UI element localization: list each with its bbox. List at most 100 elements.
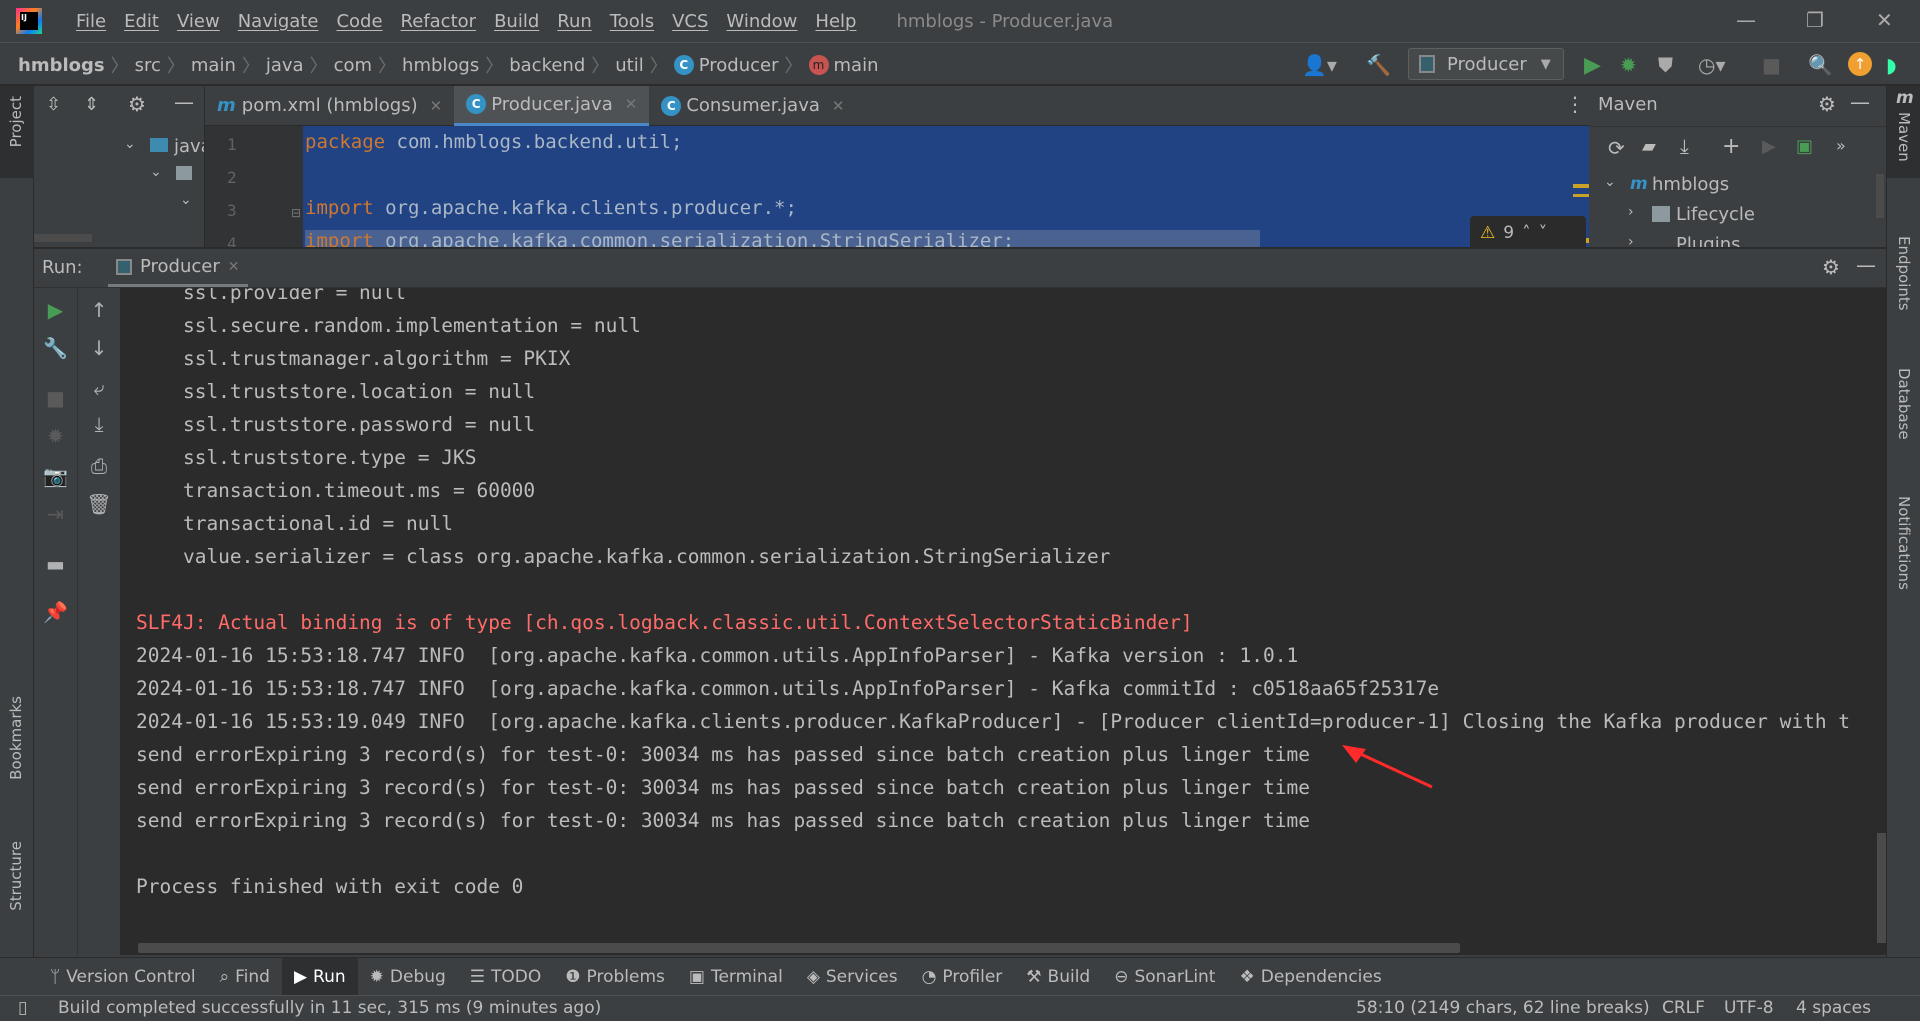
trash-icon[interactable]: 🗑 xyxy=(78,492,120,516)
pin-icon[interactable]: 📌 xyxy=(34,600,77,624)
breadcrumb-backend[interactable]: backend xyxy=(509,55,585,76)
gear-icon[interactable]: ⚙ xyxy=(128,92,146,116)
database-tab[interactable]: Database xyxy=(1895,368,1913,440)
user-icon[interactable]: 👤▾ xyxy=(1302,53,1337,77)
vertical-scrollbar[interactable] xyxy=(1876,174,1884,218)
close-tab-icon[interactable]: ✕ xyxy=(228,259,240,275)
breadcrumb-src[interactable]: src xyxy=(135,55,161,76)
vertical-scrollbar[interactable] xyxy=(1877,833,1886,943)
collapse-all-icon[interactable]: ⇕ xyxy=(84,94,99,115)
tool-problems[interactable]: ❶ Problems xyxy=(553,958,677,996)
error-stripe-mark[interactable] xyxy=(1573,184,1589,188)
breadcrumb-producer[interactable]: Producer xyxy=(699,55,779,76)
project-tool-tab[interactable]: Project xyxy=(0,86,34,178)
run-tab-producer[interactable]: Producer ✕ xyxy=(108,249,248,287)
fold-icon[interactable]: ⊟ xyxy=(291,206,301,220)
camera-icon[interactable]: 📷 xyxy=(34,464,77,488)
maven-tree-hmblogs[interactable]: hmblogs xyxy=(1652,174,1729,195)
arrow-up-icon[interactable]: ↑ xyxy=(78,298,120,322)
previous-highlight-icon[interactable]: ˄ xyxy=(1522,223,1531,243)
hammer-icon[interactable]: 🔨 xyxy=(1366,53,1391,77)
add-icon[interactable]: + xyxy=(1722,134,1740,159)
layout-icon[interactable]: ▬ xyxy=(34,552,77,576)
structure-tab[interactable]: Structure xyxy=(7,841,25,911)
soft-wrap-icon[interactable]: ⤶ xyxy=(78,376,120,400)
menu-window[interactable]: Window xyxy=(726,11,797,32)
jetbrains-toolbox-icon[interactable]: ◗ xyxy=(1886,53,1897,77)
chevron-down-icon[interactable]: ⌄ xyxy=(1604,174,1616,190)
search-icon[interactable]: 🔍 xyxy=(1808,53,1833,77)
next-highlight-icon[interactable]: ˅ xyxy=(1539,223,1548,243)
menu-navigate[interactable]: Navigate xyxy=(238,11,319,32)
tool-version-control[interactable]: ᛘ Version Control xyxy=(38,958,208,996)
breadcrumb-com[interactable]: com xyxy=(334,55,372,76)
print-icon[interactable]: ⎙ xyxy=(78,454,120,478)
wrench-icon[interactable]: 🔧 xyxy=(34,336,77,360)
indent-setting[interactable]: 4 spaces xyxy=(1796,998,1871,1018)
menu-build[interactable]: Build xyxy=(494,11,539,32)
close-tab-icon[interactable]: ✕ xyxy=(625,95,638,113)
breadcrumb-java[interactable]: java xyxy=(266,55,304,76)
tool-services[interactable]: ◈ Services xyxy=(795,958,910,996)
horizontal-scrollbar[interactable] xyxy=(34,234,92,242)
menu-refactor[interactable]: Refactor xyxy=(401,11,477,32)
import-icon[interactable]: ⇥ xyxy=(34,502,77,526)
debug-disabled-icon[interactable]: ✹ xyxy=(34,424,77,448)
gear-icon[interactable]: ⚙ xyxy=(1822,255,1840,279)
arrow-down-icon[interactable]: ↓ xyxy=(78,336,120,360)
breadcrumb-util[interactable]: util xyxy=(615,55,643,76)
chevron-down-icon[interactable]: ⌄ xyxy=(150,164,162,180)
breadcrumb-main-method[interactable]: main xyxy=(834,55,879,76)
breadcrumb-hmblogs[interactable]: hmblogs xyxy=(18,55,105,76)
gear-icon[interactable]: ⚙ xyxy=(1818,92,1836,116)
tree-item-java[interactable]: java xyxy=(174,136,204,157)
minimize-icon[interactable]: — xyxy=(1736,8,1756,32)
update-icon[interactable]: ↑ xyxy=(1848,52,1872,76)
tool-terminal[interactable]: ▣ Terminal xyxy=(677,958,795,996)
run-configuration-select[interactable]: Producer ▼ xyxy=(1408,48,1564,80)
chevron-right-icon[interactable]: › xyxy=(1628,204,1634,220)
endpoints-tab[interactable]: Endpoints xyxy=(1895,236,1913,311)
scroll-to-end-icon[interactable]: ⤓ xyxy=(78,412,120,436)
download-icon[interactable]: ⤓ xyxy=(1680,134,1689,158)
tool-sonarlint[interactable]: ⊖ SonarLint xyxy=(1102,958,1227,996)
stop-icon[interactable]: ■ xyxy=(1762,53,1781,77)
code-area[interactable]: package com.hmblogs.backend.util; import… xyxy=(303,126,1589,247)
menu-edit[interactable]: Edit xyxy=(124,11,159,32)
menu-code[interactable]: Code xyxy=(336,11,382,32)
menu-run[interactable]: Run xyxy=(557,11,592,32)
reload-icon[interactable]: ⟳ xyxy=(1608,136,1625,160)
stop-icon[interactable]: ■ xyxy=(34,386,77,410)
execute-goal-icon[interactable]: ▣ xyxy=(1796,136,1813,157)
debug-icon[interactable]: ✹ xyxy=(1620,53,1637,77)
close-tab-icon[interactable]: ✕ xyxy=(430,97,443,115)
breadcrumb-hmblogs-pkg[interactable]: hmblogs xyxy=(402,55,479,76)
rerun-icon[interactable]: ▶ xyxy=(34,298,77,322)
menu-vcs[interactable]: VCS xyxy=(672,11,708,32)
line-ending[interactable]: CRLF xyxy=(1662,998,1705,1018)
status-message[interactable]: Build completed successfully in 11 sec, … xyxy=(58,998,601,1018)
tab-pom-xml[interactable]: m pom.xml (hmblogs) ✕ xyxy=(205,86,454,126)
error-stripe-mark[interactable] xyxy=(1573,194,1589,197)
tool-dependencies[interactable]: ❖ Dependencies xyxy=(1227,958,1393,996)
chevron-down-icon[interactable]: ⌄ xyxy=(124,136,136,152)
tool-todo[interactable]: ☰ TODO xyxy=(458,958,554,996)
run-icon[interactable]: ▶ xyxy=(1584,53,1601,78)
menu-tools[interactable]: Tools xyxy=(610,11,654,32)
notifications-tab[interactable]: Notifications xyxy=(1895,496,1913,590)
tool-run[interactable]: ▶ Run xyxy=(281,957,358,996)
coverage-icon[interactable]: ⛊ xyxy=(1658,53,1673,77)
maven-tree-plugins[interactable]: Plugins xyxy=(1676,234,1740,247)
caret-position[interactable]: 58:10 (2149 chars, 62 line breaks) xyxy=(1356,998,1650,1018)
close-window-icon[interactable]: ✕ xyxy=(1876,8,1893,32)
expand-all-icon[interactable]: ⇳ xyxy=(46,94,61,115)
tab-producer-java[interactable]: C Producer.java ✕ xyxy=(454,85,650,126)
menu-view[interactable]: View xyxy=(177,11,220,32)
menu-file[interactable]: File xyxy=(76,11,106,32)
chevron-down-icon[interactable]: ⌄ xyxy=(180,192,192,208)
maven-tree-lifecycle[interactable]: Lifecycle xyxy=(1676,204,1755,225)
run-maven-icon[interactable]: ▶ xyxy=(1762,136,1776,157)
more-icon[interactable]: » xyxy=(1836,136,1846,155)
profile-icon[interactable]: ◷▾ xyxy=(1698,53,1726,77)
tab-consumer-java[interactable]: C Consumer.java ✕ xyxy=(649,86,856,126)
